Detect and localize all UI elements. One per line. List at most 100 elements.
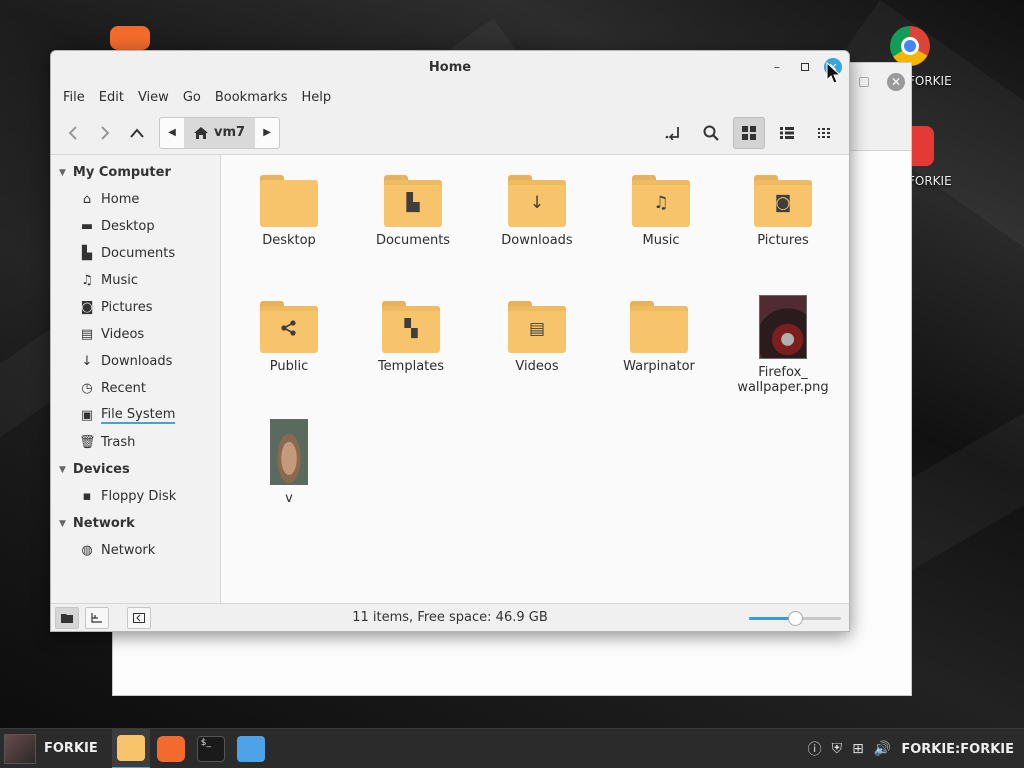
file-item-videos[interactable]: ▤ Videos: [482, 301, 592, 374]
menu-edit[interactable]: Edit: [93, 90, 130, 105]
volume-icon[interactable]: 🔊: [874, 741, 891, 757]
film-icon: ▤: [528, 319, 546, 339]
toggle-location-button[interactable]: [657, 117, 689, 149]
file-item-music[interactable]: ♫ Music: [606, 175, 716, 248]
download-icon: ↓: [529, 193, 545, 213]
shield-icon[interactable]: ⛨: [832, 741, 843, 757]
firefox-icon: [156, 735, 185, 762]
sidebar-item-music[interactable]: ♫ Music: [51, 267, 220, 294]
folder-documents-icon: ▙: [384, 175, 442, 227]
file-item-warpinator[interactable]: Warpinator: [604, 301, 714, 374]
compact-view-button[interactable]: [809, 117, 841, 149]
desktop-chrome-icon[interactable]: [880, 26, 940, 66]
search-button[interactable]: [695, 117, 727, 149]
network-icon[interactable]: ⊞: [852, 741, 864, 757]
location-toggle-icon: [665, 127, 679, 140]
menu-button[interactable]: FORKIE: [0, 729, 98, 768]
user-label[interactable]: FORKIE:FORKIE: [901, 742, 1014, 757]
file-item-templates[interactable]: ▚ Templates: [356, 301, 466, 374]
desktop-label-chrome[interactable]: FORKIE: [908, 74, 952, 88]
download-icon: ↓: [81, 354, 93, 369]
file-label: Documents: [375, 233, 451, 248]
camera-icon: ◙: [774, 193, 792, 213]
sidebar-item-floppy-disk[interactable]: ▪ Floppy Disk: [51, 483, 220, 510]
file-label: Warpinator: [623, 359, 695, 374]
triangle-down-icon: ▼: [59, 464, 66, 475]
sidebar-item-label: Music: [101, 273, 138, 288]
chevron-right-icon: [101, 125, 110, 140]
folder-music-icon: ♫: [632, 175, 690, 227]
zoom-slider-handle[interactable]: [788, 611, 803, 626]
file-label: Firefox_ wallpaper.png: [737, 365, 829, 395]
folder-icon: [116, 734, 145, 761]
file-item-public[interactable]: Public: [234, 301, 344, 374]
terminal-icon: $_: [196, 735, 225, 762]
file-label: Downloads: [501, 233, 573, 248]
taskbar-file-manager[interactable]: [111, 728, 150, 768]
maximize-button[interactable]: [796, 58, 814, 76]
notification-icon[interactable]: ⓘ: [808, 739, 822, 759]
menu-bar: File Edit View Go Bookmarks Help: [51, 83, 849, 111]
sidebar-section-network[interactable]: ▼ Network: [51, 510, 220, 537]
file-view[interactable]: Desktop ▙ Documents ↓ Downloads ♫ Music …: [221, 155, 849, 603]
menu-go[interactable]: Go: [177, 90, 207, 105]
menu-help[interactable]: Help: [295, 90, 337, 105]
back-button[interactable]: [57, 117, 89, 149]
file-item-v[interactable]: v: [234, 419, 344, 506]
music-icon: ♫: [81, 273, 93, 288]
sidebar-item-home[interactable]: ⌂ Home: [51, 186, 220, 213]
desktop-label-app[interactable]: FORKIE: [908, 174, 952, 188]
folder-templates-icon: ▚: [382, 301, 440, 353]
sidebar-item-file-system[interactable]: ▣ File System: [51, 402, 220, 429]
menu-bookmarks[interactable]: Bookmarks: [209, 90, 294, 105]
menu-view[interactable]: View: [132, 90, 175, 105]
up-button[interactable]: [121, 117, 153, 149]
sidebar-item-label: Documents: [101, 246, 176, 261]
sidebar-item-pictures[interactable]: ◙ Pictures: [51, 294, 220, 321]
taskbar-app[interactable]: [232, 729, 270, 768]
sidebar-section-devices[interactable]: ▼ Devices: [51, 456, 220, 483]
desktop-firefox-icon[interactable]: [100, 26, 160, 50]
file-item-documents[interactable]: ▙ Documents: [358, 175, 468, 248]
file-manager-window[interactable]: Home – ✕ File Edit View Go Bookmarks Hel…: [50, 50, 850, 632]
bg-maximize-icon[interactable]: [859, 77, 869, 87]
bg-close-icon[interactable]: ✕: [887, 73, 905, 91]
taskbar-firefox[interactable]: [152, 729, 190, 768]
sidebar-item-network[interactable]: ◍ Network: [51, 537, 220, 564]
forward-button[interactable]: [89, 117, 121, 149]
menu-file[interactable]: File: [57, 90, 91, 105]
sidebar-item-documents[interactable]: ▙ Documents: [51, 240, 220, 267]
system-tray: ⓘ ⛨ ⊞ 🔊 FORKIE:FORKIE: [808, 729, 1014, 768]
sidebar-item-trash[interactable]: 🗑 Trash: [51, 429, 220, 456]
triangle-down-icon: ▼: [59, 167, 66, 178]
folder-pictures-icon: ◙: [754, 175, 812, 227]
sidebar-item-downloads[interactable]: ↓ Downloads: [51, 348, 220, 375]
breadcrumb: ◀ vm7 ▶: [159, 116, 281, 149]
icon-view-button[interactable]: [733, 117, 765, 149]
zoom-slider[interactable]: [749, 611, 841, 626]
file-label: Music: [642, 233, 680, 248]
minimize-button[interactable]: –: [768, 58, 786, 76]
file-label: Videos: [515, 359, 559, 374]
sidebar-section-my-computer[interactable]: ▼ My Computer: [51, 159, 220, 186]
breadcrumb-right-button[interactable]: ▶: [255, 118, 279, 148]
image-thumbnail: [759, 295, 807, 359]
file-item-downloads[interactable]: ↓ Downloads: [482, 175, 592, 248]
list-view-button[interactable]: [771, 117, 803, 149]
folder-icon: [630, 301, 688, 353]
mouse-cursor-icon: [826, 62, 842, 84]
file-item-firefox-wallpaper[interactable]: Firefox_ wallpaper.png: [728, 295, 838, 395]
taskbar-terminal[interactable]: $_: [192, 729, 230, 768]
title-bar[interactable]: Home – ✕: [51, 51, 849, 83]
status-bar: 11 items, Free space: 46.9 GB: [51, 603, 849, 631]
sidebar-item-desktop[interactable]: ▬ Desktop: [51, 213, 220, 240]
file-item-pictures[interactable]: ◙ Pictures: [728, 175, 838, 248]
search-icon: [703, 125, 719, 141]
breadcrumb-home-segment[interactable]: vm7: [184, 117, 256, 148]
sidebar-item-videos[interactable]: ▤ Videos: [51, 321, 220, 348]
sidebar-item-recent[interactable]: ◷ Recent: [51, 375, 220, 402]
film-icon: ▤: [80, 327, 94, 342]
file-item-desktop[interactable]: Desktop: [234, 175, 344, 248]
music-icon: ♫: [653, 193, 669, 213]
breadcrumb-left-button[interactable]: ◀: [160, 118, 184, 148]
